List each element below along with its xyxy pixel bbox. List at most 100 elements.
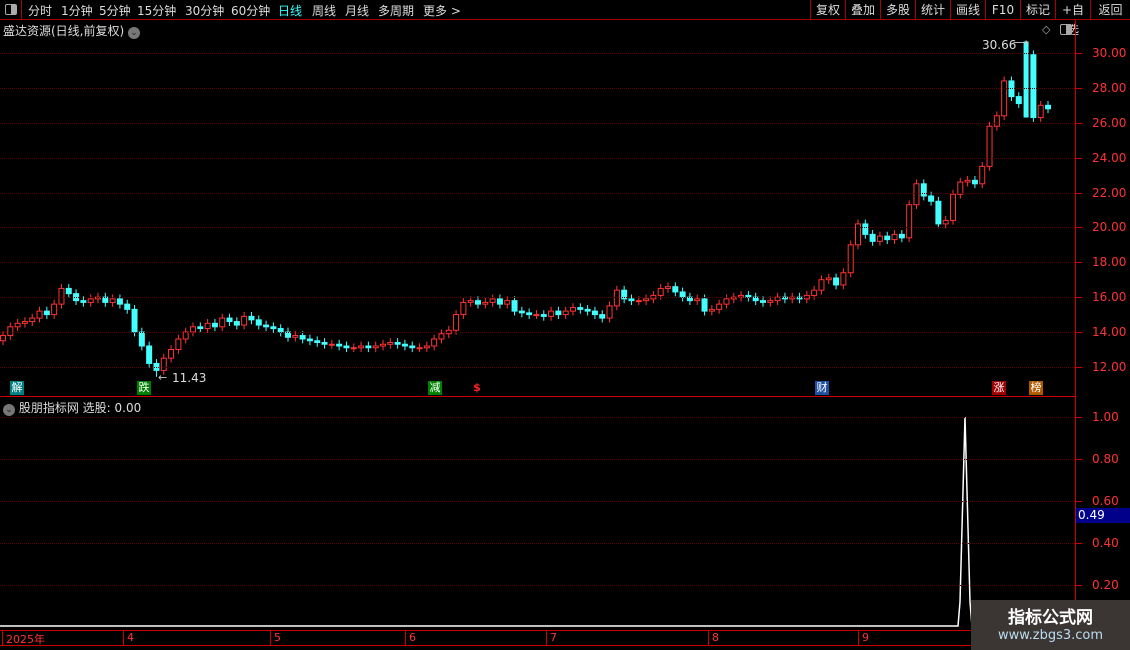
time-label: 5 — [270, 631, 281, 645]
price-label: 16.00 — [1092, 290, 1127, 305]
event-marker[interactable]: 解 — [10, 381, 24, 395]
watermark-title: 指标公式网 — [1008, 608, 1093, 628]
candle — [241, 315, 248, 326]
candle — [475, 300, 481, 305]
candle — [847, 244, 854, 274]
event-marker[interactable]: 榜 — [1029, 381, 1043, 395]
price-tick — [1076, 157, 1082, 159]
candle — [350, 347, 357, 350]
candle — [87, 298, 94, 303]
time-label: 7 — [546, 631, 557, 645]
indicator-chart[interactable] — [0, 397, 1075, 630]
gridline — [0, 227, 1075, 229]
candlestick-chart[interactable] — [0, 0, 1075, 400]
candle — [365, 345, 372, 349]
candle — [1045, 104, 1051, 110]
candle — [862, 223, 869, 235]
price-label: 30.00 — [1092, 46, 1127, 60]
candle — [599, 314, 606, 319]
candle — [416, 347, 423, 350]
candle — [694, 298, 701, 302]
candle — [971, 179, 978, 185]
time-axis — [0, 630, 1075, 631]
candle — [526, 312, 533, 316]
gridline — [0, 459, 1075, 460]
candle — [993, 115, 1000, 127]
gridline — [0, 87, 1075, 89]
candle — [80, 300, 87, 303]
time-label: 6 — [405, 631, 416, 645]
candle — [65, 287, 72, 295]
candle — [328, 343, 335, 346]
candle — [876, 235, 883, 242]
price-tick — [1076, 297, 1082, 299]
gridline — [0, 543, 1075, 544]
gridline — [0, 192, 1075, 194]
candle — [723, 298, 730, 305]
candle — [716, 303, 723, 310]
candle — [811, 289, 818, 296]
candle — [387, 342, 394, 345]
price-label: 28.00 — [1092, 80, 1127, 95]
candle — [292, 335, 299, 338]
time-label: 9 — [858, 631, 869, 645]
candle — [131, 308, 138, 333]
candle — [665, 286, 671, 289]
candle — [606, 305, 613, 319]
event-marker[interactable]: 跌 — [137, 381, 151, 395]
candle — [109, 298, 116, 303]
event-marker[interactable]: 减 — [428, 381, 442, 395]
candle — [825, 277, 832, 281]
candle — [467, 300, 474, 303]
candle — [219, 317, 226, 328]
candle — [431, 338, 438, 347]
candle — [570, 307, 576, 312]
gridline — [0, 122, 1075, 124]
candle — [409, 345, 416, 349]
gridline — [0, 417, 1075, 418]
candle — [496, 298, 503, 305]
price-label: 18.00 — [1092, 255, 1127, 270]
indicator-label: 0.40 — [1092, 536, 1119, 550]
candle — [942, 219, 949, 225]
candle — [950, 193, 956, 221]
watermark: 指标公式网 www.zbgs3.com — [971, 600, 1130, 650]
event-marker[interactable]: $ — [470, 381, 484, 395]
candle — [263, 324, 270, 328]
candle — [489, 298, 496, 303]
candle — [869, 233, 876, 242]
arrow-icon: ⟶ — [1013, 36, 1029, 49]
event-marker[interactable]: 财 — [815, 381, 829, 395]
arrow-left-icon: ← — [158, 371, 168, 384]
price-tick — [1076, 192, 1082, 194]
candle — [423, 345, 430, 349]
indicator-tick — [1076, 585, 1082, 586]
candle — [1001, 80, 1008, 117]
event-marker[interactable]: 涨 — [992, 381, 1006, 395]
price-tick — [1076, 227, 1082, 229]
indicator-tick — [1076, 543, 1082, 544]
price-label: 12.00 — [1092, 359, 1127, 374]
candle — [116, 298, 123, 305]
price-tick — [1076, 53, 1082, 54]
candle — [635, 300, 642, 303]
candle — [891, 233, 898, 241]
candle — [672, 286, 679, 293]
candle — [482, 301, 489, 305]
toolbar-button-8[interactable]: 返回 — [1090, 0, 1130, 20]
time-axis-bottom — [0, 645, 1075, 646]
price-label: 22.00 — [1092, 185, 1127, 200]
candle — [818, 279, 825, 291]
candle — [657, 287, 664, 296]
candle — [146, 345, 153, 364]
candle — [906, 204, 913, 239]
candle — [453, 314, 460, 331]
gridline — [0, 332, 1075, 334]
candle — [591, 310, 598, 316]
candle — [913, 183, 920, 206]
candle — [168, 348, 175, 359]
candle — [540, 314, 547, 317]
candle — [197, 326, 204, 330]
candle — [182, 331, 189, 340]
candle — [394, 342, 401, 345]
